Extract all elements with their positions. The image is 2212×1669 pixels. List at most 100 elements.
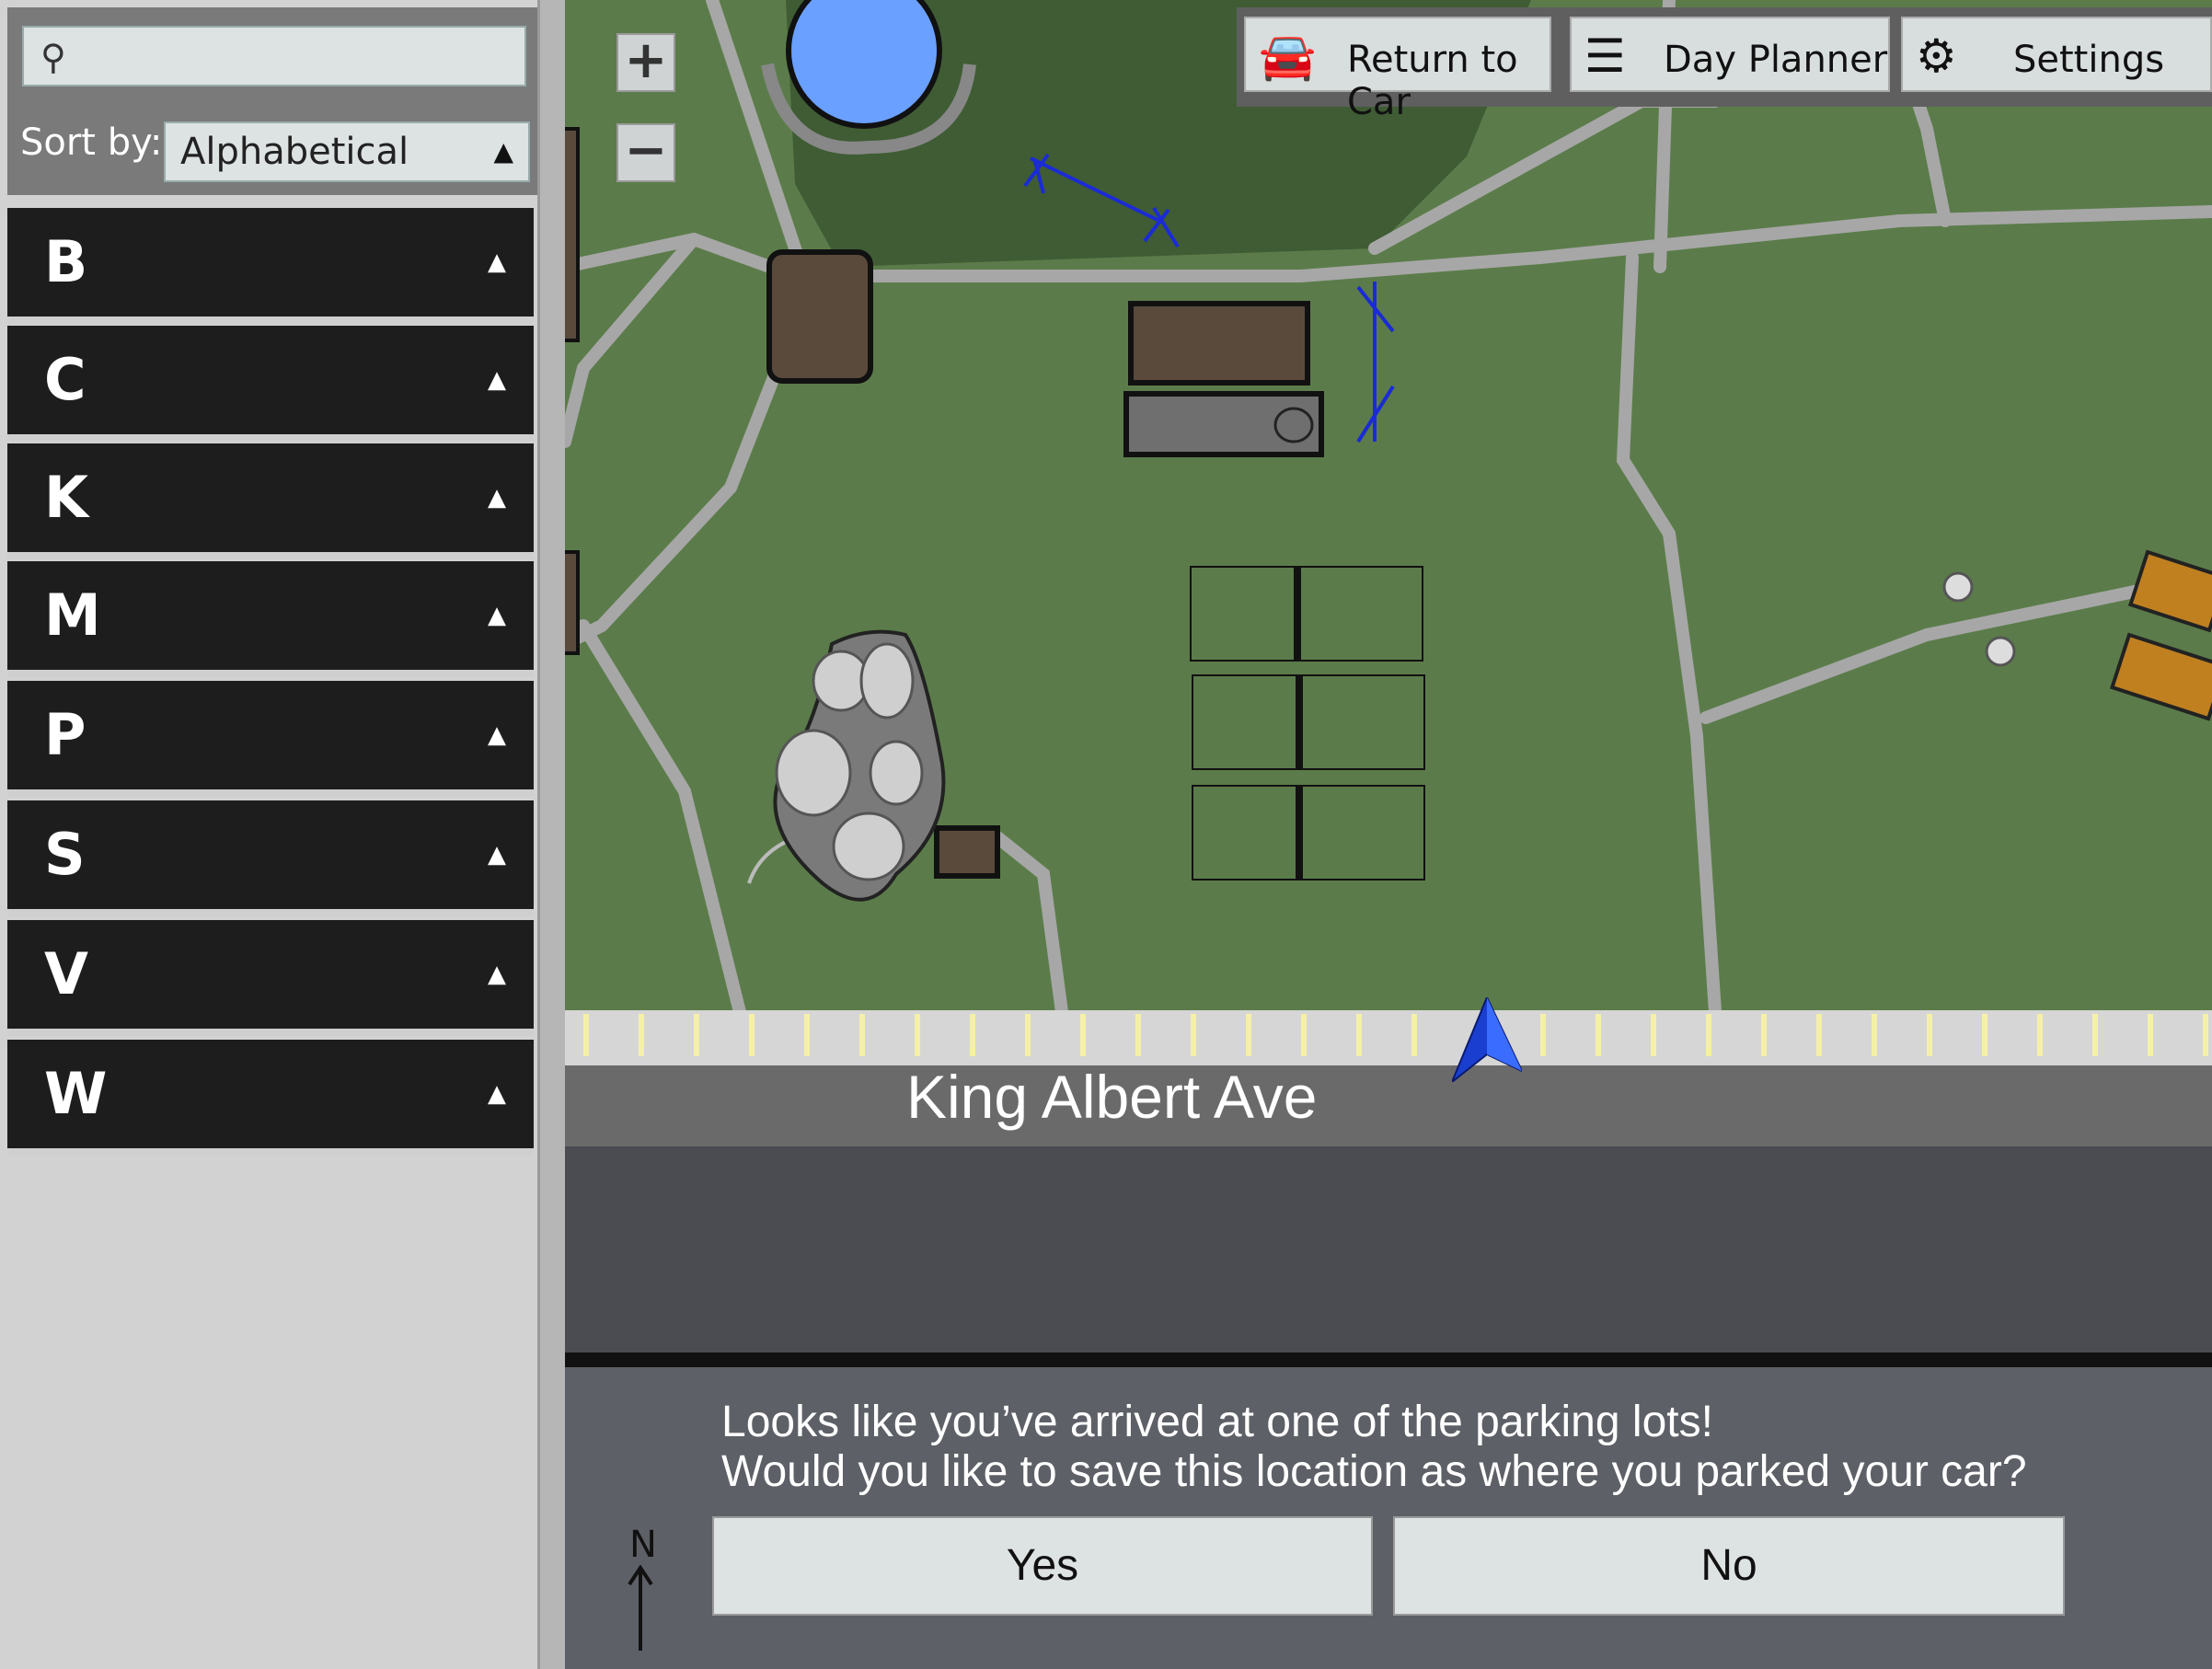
caret-up-icon: ▲ bbox=[488, 961, 506, 988]
bench bbox=[2109, 632, 2212, 721]
return-to-car-label: Return to Car bbox=[1347, 39, 1518, 123]
path-segment bbox=[1699, 582, 2154, 724]
group-letter: S bbox=[44, 821, 86, 888]
road-dash bbox=[583, 1014, 589, 1056]
road-dash bbox=[1191, 1014, 1196, 1056]
group-row-w[interactable]: W ▲ bbox=[7, 1040, 534, 1156]
sort-bar: Sort by: Alphabetical ▲ bbox=[7, 103, 537, 195]
bench-marker bbox=[1985, 636, 2016, 667]
building bbox=[766, 249, 873, 384]
road-dash bbox=[2148, 1014, 2153, 1056]
group-row-m[interactable]: M ▲ bbox=[7, 561, 534, 677]
group-row-v[interactable]: V ▲ bbox=[7, 920, 534, 1036]
compass: N bbox=[618, 1524, 664, 1652]
road-dash bbox=[1872, 1014, 1877, 1056]
group-letter: W bbox=[44, 1060, 108, 1127]
day-planner-button[interactable]: ☰ Day Planner bbox=[1570, 17, 1890, 92]
map-canvas[interactable] bbox=[565, 0, 2212, 1150]
search-icon: ⚲ bbox=[40, 37, 66, 77]
zoom-out-button[interactable]: − bbox=[616, 123, 675, 182]
group-letter: C bbox=[44, 346, 86, 413]
road-dash bbox=[1761, 1014, 1767, 1056]
group-row-s[interactable]: S ▲ bbox=[7, 800, 534, 916]
sort-selected-value: Alphabetical bbox=[180, 131, 409, 173]
road-dash bbox=[915, 1014, 920, 1056]
caret-up-icon: ▲ bbox=[488, 484, 506, 512]
group-row-p[interactable]: P ▲ bbox=[7, 681, 534, 797]
road-surface bbox=[565, 1065, 2212, 1146]
road-dash bbox=[1540, 1014, 1546, 1056]
rock bbox=[832, 811, 905, 881]
location-arrow-icon bbox=[1452, 997, 1522, 1082]
bench bbox=[2127, 549, 2212, 633]
pond bbox=[786, 0, 942, 129]
road-dash bbox=[1025, 1014, 1031, 1056]
caret-up-icon: ▲ bbox=[488, 1080, 506, 1108]
rock bbox=[869, 740, 924, 806]
return-to-car-button[interactable]: 🚘 Return to Car bbox=[1244, 17, 1551, 123]
road-dash bbox=[1246, 1014, 1251, 1056]
parking-prompt-panel: Looks like you’ve arrived at one of the … bbox=[565, 1367, 2212, 1669]
road-dash bbox=[639, 1014, 644, 1056]
group-row-k[interactable]: K ▲ bbox=[7, 443, 534, 559]
road-dash bbox=[2203, 1014, 2208, 1056]
building bbox=[1128, 301, 1310, 386]
caret-up-icon: ▲ bbox=[488, 721, 506, 749]
parking-stall bbox=[1192, 785, 1425, 881]
group-letter: P bbox=[44, 701, 86, 768]
road-dash bbox=[804, 1014, 810, 1056]
group-letter: M bbox=[44, 581, 101, 649]
gear-icon: ⚙ bbox=[1916, 29, 1957, 83]
caret-up-icon: ▲ bbox=[493, 136, 513, 167]
road-sidewalk bbox=[565, 1010, 2212, 1065]
road-dash bbox=[694, 1014, 699, 1056]
road-dash bbox=[1927, 1014, 1932, 1056]
caret-up-icon: ▲ bbox=[488, 248, 506, 276]
road-dash bbox=[1301, 1014, 1307, 1056]
dark-band bbox=[565, 1146, 2212, 1352]
road-dash bbox=[1411, 1014, 1417, 1056]
parking-marker bbox=[1296, 675, 1303, 769]
road-dash bbox=[1080, 1014, 1086, 1056]
separator-bar bbox=[565, 1352, 2212, 1367]
road-dash bbox=[1596, 1014, 1601, 1056]
search-input[interactable]: ⚲ bbox=[22, 26, 526, 86]
road-dash bbox=[1982, 1014, 1987, 1056]
path-segment bbox=[577, 619, 746, 1019]
road-dash bbox=[2092, 1014, 2098, 1056]
sort-label: Sort by: bbox=[20, 121, 163, 164]
prompt-text-line2: Would you like to save this location as … bbox=[721, 1447, 2027, 1496]
search-area: ⚲ bbox=[7, 7, 537, 103]
top-toolbar: 🚘 Return to Car ☰ Day Planner ⚙ Settings bbox=[1237, 7, 2212, 123]
compass-north-label: N bbox=[629, 1524, 657, 1566]
sidebar: ⚲ Sort by: Alphabetical ▲ B ▲ C ▲ K ▲ M … bbox=[0, 0, 543, 1669]
building bbox=[934, 825, 1000, 879]
parking-stall bbox=[1192, 674, 1425, 770]
group-row-c[interactable]: C ▲ bbox=[7, 326, 534, 442]
group-row-b[interactable]: B ▲ bbox=[7, 208, 534, 324]
list-icon: ☰ bbox=[1584, 29, 1626, 83]
zoom-in-button[interactable]: + bbox=[616, 33, 675, 92]
car-icon: 🚘 bbox=[1259, 29, 1317, 83]
road-dash bbox=[970, 1014, 975, 1056]
path-segment bbox=[1616, 251, 1722, 1019]
sort-select[interactable]: Alphabetical ▲ bbox=[164, 121, 530, 182]
building bbox=[1123, 391, 1324, 457]
road-dash bbox=[859, 1014, 865, 1056]
caret-up-icon: ▲ bbox=[488, 366, 506, 394]
road-dash bbox=[2037, 1014, 2043, 1056]
settings-button[interactable]: ⚙ Settings bbox=[1901, 17, 2212, 92]
no-button[interactable]: No bbox=[1393, 1516, 2065, 1616]
day-planner-label: Day Planner bbox=[1664, 39, 1888, 81]
parking-marker bbox=[1296, 786, 1303, 880]
group-letter: K bbox=[44, 464, 89, 531]
yes-button[interactable]: Yes bbox=[712, 1516, 1373, 1616]
road-dash bbox=[1135, 1014, 1141, 1056]
caret-up-icon: ▲ bbox=[488, 602, 506, 629]
map-drawing bbox=[565, 0, 2212, 1019]
swing-set bbox=[1356, 282, 1395, 443]
parking-stall bbox=[1190, 566, 1423, 662]
road-dash bbox=[749, 1014, 755, 1056]
street-name-label: King Albert Ave bbox=[906, 1063, 1318, 1131]
road-dash bbox=[1706, 1014, 1711, 1056]
